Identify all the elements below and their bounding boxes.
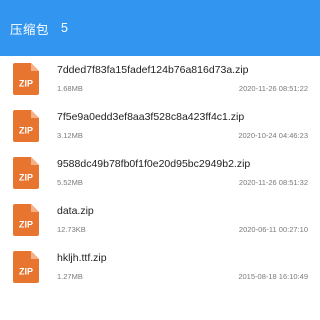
zip-file-icon: ZIP — [13, 110, 39, 142]
file-size: 5.52MB — [57, 178, 83, 187]
zip-file-icon: ZIP — [13, 63, 39, 95]
file-date: 2020-11-26 08:51:22 — [238, 84, 308, 93]
file-date: 2020-06-11 00:27:10 — [238, 225, 308, 234]
zip-badge: ZIP — [19, 220, 33, 230]
list-item[interactable]: ZIP data.zip 12.73KB 2020-06-11 00:27:10 — [0, 197, 320, 244]
zip-badge: ZIP — [19, 173, 33, 183]
zip-file-icon: ZIP — [13, 157, 39, 189]
page-title: 压缩包 — [10, 22, 50, 37]
file-size: 3.12MB — [57, 131, 83, 140]
file-date: 2020-10-24 04:46:23 — [238, 131, 308, 140]
zip-file-icon: ZIP — [13, 251, 39, 283]
file-count: 5 — [61, 21, 68, 35]
zip-badge: ZIP — [19, 267, 33, 277]
file-size: 12.73KB — [57, 225, 86, 234]
file-size: 1.27MB — [57, 272, 83, 281]
list-item[interactable]: ZIP hkljh.ttf.zip 1.27MB 2015-08-18 16:1… — [0, 244, 320, 291]
zip-file-icon: ZIP — [13, 204, 39, 236]
file-date: 2015-08-18 16:10:49 — [238, 272, 308, 281]
file-name: 7dded7f83fa15fadef124b76a816d73a.zip — [57, 64, 249, 76]
zip-badge: ZIP — [19, 126, 33, 136]
list-item[interactable]: ZIP 7dded7f83fa15fadef124b76a816d73a.zip… — [0, 56, 320, 103]
list-item[interactable]: ZIP 7f5e9a0edd3ef8aa3f528c8a423ff4c1.zip… — [0, 103, 320, 150]
file-name: 7f5e9a0edd3ef8aa3f528c8a423ff4c1.zip — [57, 111, 245, 123]
file-name: data.zip — [57, 205, 94, 217]
zip-badge: ZIP — [19, 79, 33, 89]
file-date: 2020-11-26 08:51:32 — [238, 178, 308, 187]
file-size: 1.68MB — [57, 84, 83, 93]
list-item[interactable]: ZIP 9588dc49b78fb0f1f0e20d95bc2949b2.zip… — [0, 150, 320, 197]
app-header: 压缩包 5 — [0, 0, 320, 56]
file-list: ZIP 7dded7f83fa15fadef124b76a816d73a.zip… — [0, 56, 320, 291]
file-name: 9588dc49b78fb0f1f0e20d95bc2949b2.zip — [57, 158, 251, 170]
file-name: hkljh.ttf.zip — [57, 252, 107, 264]
